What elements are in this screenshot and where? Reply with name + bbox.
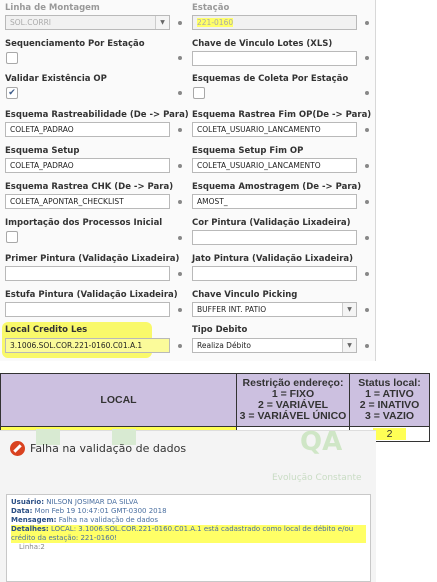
primer-pintura-label: Primer Pintura (Validação Lixadeira) xyxy=(5,254,180,264)
required-dot-icon xyxy=(365,56,369,60)
local-credito-input[interactable]: 3.1006.SOL.COR.221-0160.C01.A.1 xyxy=(5,338,170,353)
chave-picking-label: Chave Vinculo Picking xyxy=(192,290,298,300)
esq-setup-input[interactable]: COLETA_PADRAO xyxy=(5,158,170,173)
required-dot-icon xyxy=(178,200,182,204)
detail-mensagem-value: Falha na validação de dados xyxy=(58,516,158,524)
estufa-pintura-label: Estufa Pintura (Validação Lixadeira) xyxy=(5,290,178,300)
required-dot-icon xyxy=(178,128,182,132)
required-dot-icon xyxy=(178,91,182,95)
header-restricao: Restrição endereço: 1 = FIXO 2 = VARIÁVE… xyxy=(236,373,350,427)
importacao-label: Importação dos Processos Inicial xyxy=(5,218,163,228)
linha-montagem-select: SOL.CORRI ▼ xyxy=(5,15,170,30)
chave-lotes-label: Chave de Vinculo Lotes (XLS) xyxy=(192,39,333,49)
esq-setup-label: Esquema Setup xyxy=(5,146,80,156)
esq-setup-fim-label: Esquema Setup Fim OP xyxy=(192,146,304,156)
required-dot-icon xyxy=(365,164,369,168)
detail-data-label: Data: xyxy=(11,507,33,515)
detail-data-value: Mon Feb 19 10:47:01 GMT-0300 2018 xyxy=(34,507,167,515)
required-dot-icon xyxy=(365,272,369,276)
header-restricao-line: 3 = VARIÁVEL ÚNICO xyxy=(239,410,347,422)
required-dot-icon xyxy=(365,128,369,132)
required-dot-icon xyxy=(365,21,369,25)
esq-rastrea-fim-label: Esquema Rastrea Fim OP(De -> Para) xyxy=(192,110,372,120)
esq-amostragem-input[interactable]: AMOST_ xyxy=(192,194,357,209)
cor-pintura-input[interactable] xyxy=(192,230,357,245)
required-dot-icon xyxy=(365,308,369,312)
chave-lotes-input[interactable] xyxy=(192,51,357,66)
station-form: Linha de Montagem SOL.CORRI ▼ Estação 221… xyxy=(0,0,376,361)
detail-usuario-value: NILSON JOSIMAR DA SILVA xyxy=(46,498,138,506)
detail-detalhes-label: Detalhes: xyxy=(11,525,49,533)
required-dot-icon xyxy=(178,56,182,60)
estacao-field: 221-0160 xyxy=(192,15,357,30)
error-dialog: QA Evolução Constante Falha na validação… xyxy=(0,427,376,582)
jato-pintura-input[interactable] xyxy=(192,266,357,281)
required-dot-icon xyxy=(178,236,182,240)
error-icon xyxy=(10,441,25,456)
required-dot-icon xyxy=(365,91,369,95)
header-local: LOCAL xyxy=(0,373,237,427)
estacao-label: Estação xyxy=(192,3,230,13)
dialog-title: Falha na validação de dados xyxy=(30,442,187,455)
detail-mensagem-label: Mensagem: xyxy=(11,516,57,524)
required-dot-icon xyxy=(178,21,182,25)
required-dot-icon xyxy=(178,344,182,348)
esq-rastreabilidade-label: Esquema Rastreabilidade (De -> Para) xyxy=(5,110,189,120)
chevron-down-icon: ▼ xyxy=(155,16,169,29)
chave-picking-value: BUFFER INT. PATIO xyxy=(197,305,267,314)
esquemas-coleta-checkbox[interactable] xyxy=(193,87,205,99)
chave-picking-select[interactable]: BUFFER INT. PATIO ▼ xyxy=(192,302,357,317)
esquemas-coleta-label: Esquemas de Coleta Por Estação xyxy=(192,74,349,84)
required-dot-icon xyxy=(178,164,182,168)
required-dot-icon xyxy=(365,200,369,204)
sequenciamento-label: Sequenciamento Por Estação xyxy=(5,39,145,49)
estacao-value: 221-0160 xyxy=(197,18,234,27)
esq-chk-label: Esquema Rastrea CHK (De -> Para) xyxy=(5,182,174,192)
detail-usuario: Usuário: NILSON JOSIMAR DA SILVA xyxy=(11,498,366,507)
required-dot-icon xyxy=(365,236,369,240)
importacao-checkbox[interactable] xyxy=(6,231,18,243)
linha-montagem-value: SOL.CORRI xyxy=(10,18,52,27)
detail-usuario-label: Usuário: xyxy=(11,498,45,506)
local-credito-label: Local Credito Les xyxy=(5,325,88,335)
tipo-debito-label: Tipo Debito xyxy=(192,325,248,335)
validar-op-checkbox[interactable]: ✔ xyxy=(6,87,18,99)
cell-status-value: 2 xyxy=(372,428,407,440)
esq-chk-input[interactable]: COLETA_APONTAR_CHECKLIST xyxy=(5,194,170,209)
tipo-debito-select[interactable]: Realiza Débito ▼ xyxy=(192,338,357,353)
detail-mensagem: Mensagem: Falha na validação de dados xyxy=(11,516,366,525)
estufa-pintura-input[interactable] xyxy=(5,302,170,317)
tipo-debito-value: Realiza Débito xyxy=(197,341,251,350)
detail-linha: Linha:2 xyxy=(19,543,45,551)
chevron-down-icon[interactable]: ▼ xyxy=(342,339,356,352)
required-dot-icon xyxy=(365,344,369,348)
validar-op-label: Validar Existência OP xyxy=(5,74,107,84)
watermark-slogan: Evolução Constante xyxy=(272,473,362,483)
detail-detalhes-value: LOCAL: 3.1006.SOL.COR.221-0160.C01.A.1 e… xyxy=(11,525,354,542)
header-status: Status local: 1 = ATIVO 2 = INATIVO 3 = … xyxy=(349,373,430,427)
required-dot-icon xyxy=(178,308,182,312)
header-status-line: 3 = VAZIO xyxy=(364,410,415,422)
table-header-row: LOCAL Restrição endereço: 1 = FIXO 2 = V… xyxy=(0,373,430,427)
cor-pintura-label: Cor Pintura (Validação Lixadeira) xyxy=(192,218,351,228)
detail-data: Data: Mon Feb 19 10:47:01 GMT-0300 2018 xyxy=(11,507,366,516)
linha-montagem-label: Linha de Montagem xyxy=(5,3,100,13)
primer-pintura-input[interactable] xyxy=(5,266,170,281)
chevron-down-icon[interactable]: ▼ xyxy=(342,303,356,316)
esq-rastrea-fim-input[interactable]: COLETA_USUARIO_LANCAMENTO xyxy=(192,122,357,137)
jato-pintura-label: Jato Pintura (Validação Lixadeira) xyxy=(192,254,354,264)
esq-amostragem-label: Esquema Amostragem (De -> Para) xyxy=(192,182,362,192)
sequenciamento-checkbox[interactable] xyxy=(6,52,18,64)
required-dot-icon xyxy=(178,272,182,276)
watermark-logo: QA xyxy=(300,427,343,457)
esq-rastreabilidade-input[interactable]: COLETA_PADRAO xyxy=(5,122,170,137)
esq-setup-fim-input[interactable]: COLETA_USUARIO_LANCAMENTO xyxy=(192,158,357,173)
detail-detalhes: Detalhes: LOCAL: 3.1006.SOL.COR.221-0160… xyxy=(11,525,366,543)
error-details-box: Usuário: NILSON JOSIMAR DA SILVA Data: M… xyxy=(6,494,371,582)
